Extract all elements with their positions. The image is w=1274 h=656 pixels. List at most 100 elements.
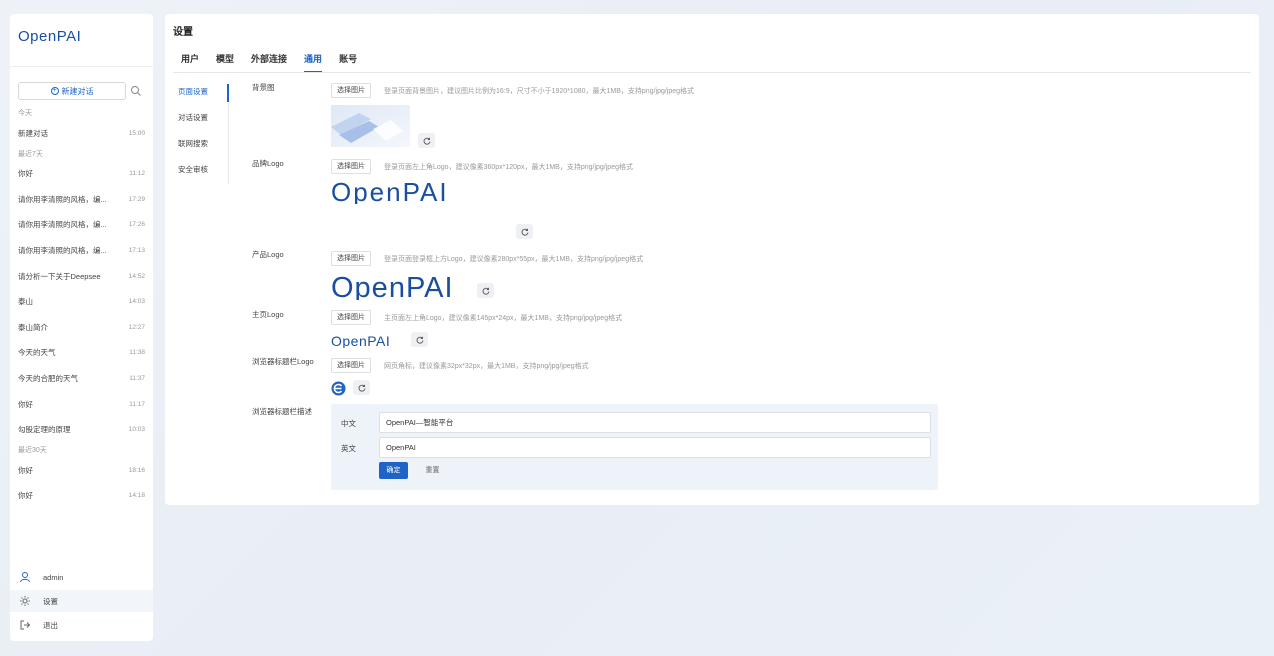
brand-logo-pick-button[interactable]: 选择图片: [331, 159, 371, 174]
conversation-group-label: 最近30天: [18, 447, 47, 455]
tab-users[interactable]: 用户: [181, 52, 199, 73]
background-preview-image: [331, 105, 410, 147]
favicon-pick-button[interactable]: 选择图片: [331, 358, 371, 373]
conversation-item[interactable]: 泰山简介 12:27: [18, 320, 145, 334]
new-chat-label: 新建对话: [61, 86, 94, 96]
zh-label: 中文: [341, 419, 356, 428]
svg-text:OpenPAI: OpenPAI: [331, 334, 390, 348]
conversation-item[interactable]: 你好 11:12: [18, 167, 145, 181]
conversation-item[interactable]: 新建对话 15:00: [18, 126, 145, 140]
conversation-item[interactable]: 你好 14:18: [18, 489, 145, 503]
browser-desc-form: 中文 英文 确定 重置: [331, 404, 938, 490]
product-logo-reset-icon[interactable]: [477, 283, 494, 298]
conversation-time: 17:13: [128, 246, 145, 254]
conversation-item[interactable]: 请分析一下关于Deepsee 14:52: [18, 269, 145, 283]
conversation-item[interactable]: 泰山 14:03: [18, 295, 145, 309]
refresh-icon: [358, 384, 365, 392]
conversation-time: 17:29: [128, 195, 145, 203]
reset-button[interactable]: 重置: [418, 462, 447, 479]
conversation-item[interactable]: 你好 18:16: [18, 463, 145, 477]
subnav-chat-settings[interactable]: 对话设置: [178, 110, 228, 136]
en-description-input[interactable]: [379, 437, 931, 458]
zh-description-input[interactable]: [379, 412, 931, 433]
conversation-time: 11:12: [129, 170, 145, 178]
logout-nav[interactable]: 退出: [10, 614, 153, 636]
background-reset-icon[interactable]: [418, 133, 435, 148]
svg-text:OpenPAI: OpenPAI: [18, 28, 81, 44]
conversation-group-label: 今天: [18, 110, 32, 117]
favicon-label: 浏览器标题栏Logo: [252, 357, 314, 366]
confirm-button[interactable]: 确定: [379, 462, 408, 479]
refresh-icon: [416, 336, 423, 344]
tab-external-connections[interactable]: 外部连接: [251, 52, 287, 73]
general-subnav: 页面设置 对话设置 联网搜索 安全审核: [178, 84, 229, 184]
brand-logo-hint: 登录页面左上角Logo，建议像素360px*120px，最大1MB，支持png/…: [384, 164, 633, 171]
conversation-title: 你好: [18, 491, 33, 501]
product-logo-label: 产品Logo: [252, 250, 284, 259]
sidebar-divider: [10, 66, 153, 67]
tab-account[interactable]: 账号: [339, 52, 357, 73]
conversation-title: 你好: [18, 465, 33, 475]
favicon-hint: 网页角标，建议像素32px*32px，最大1MB，支持png/jpg/jpeg格…: [384, 363, 589, 370]
search-icon[interactable]: [130, 85, 142, 97]
subnav-active-indicator: [227, 84, 229, 102]
settings-panel: 设置 用户 模型 外部连接 通用 账号 页面设置 对话设置 联网搜索 安全审核 …: [165, 14, 1259, 505]
home-logo-pick-button[interactable]: 选择图片: [331, 310, 371, 325]
username: admin: [43, 572, 64, 582]
brand-logo-label: 品牌Logo: [252, 159, 284, 168]
home-logo-reset-icon[interactable]: [411, 332, 428, 347]
home-logo-label: 主页Logo: [252, 310, 284, 319]
conversation-item[interactable]: 今天的合肥的天气 11:37: [18, 371, 145, 385]
new-chat-button[interactable]: + 新建对话: [18, 82, 126, 100]
conversation-title: 请你用李清照的风格，编...: [18, 194, 107, 204]
brand-logo-preview: OpenPAI: [331, 180, 449, 204]
settings-label: 设置: [43, 596, 58, 606]
product-logo-pick-button[interactable]: 选择图片: [331, 251, 371, 266]
conversation-item[interactable]: 你好 11:17: [18, 397, 145, 411]
tab-general[interactable]: 通用: [304, 52, 323, 73]
conversation-group-label: 最近7天: [18, 150, 43, 158]
conversation-item[interactable]: 请你用李清照的风格，编... 17:29: [18, 192, 145, 206]
subnav-page-settings[interactable]: 页面设置: [178, 84, 228, 110]
brand-logo-reset-icon[interactable]: [516, 224, 533, 239]
conversation-time: 17:26: [128, 221, 145, 229]
conversation-time: 14:03: [128, 298, 145, 306]
conversation-title: 今天的合肥的天气: [18, 373, 78, 383]
conversation-title: 泰山简介: [18, 322, 48, 332]
conversation-item[interactable]: 今天的天气 11:38: [18, 346, 145, 360]
conversation-item[interactable]: 勾股定理的原理 10:03: [18, 423, 145, 437]
conversation-time: 10:03: [128, 426, 145, 434]
refresh-icon: [521, 228, 528, 236]
subnav-web-search[interactable]: 联网搜索: [178, 136, 228, 162]
settings-nav[interactable]: 设置: [10, 590, 153, 612]
browser-desc-label: 浏览器标题栏描述: [252, 407, 312, 416]
tabs-divider: [173, 72, 1251, 73]
conversation-time: 14:52: [128, 272, 145, 280]
tab-models[interactable]: 模型: [216, 52, 234, 73]
product-logo-hint: 登录页面登录框上方Logo，建议像素280px*55px，最大1MB，支持png…: [384, 256, 644, 263]
svg-text:OpenPAI: OpenPAI: [331, 180, 449, 204]
conversation-title: 你好: [18, 169, 33, 179]
background-pick-button[interactable]: 选择图片: [331, 83, 371, 98]
logout-icon: [20, 620, 31, 630]
sidebar: OpenPAI + 新建对话 今天新建对话 15:00 最近7天你好 11:12 请你用…: [10, 14, 153, 641]
background-hint: 登录页面背景图片，建议图片比例为16:9，尺寸不小于1920*1080，最大1M…: [384, 88, 695, 95]
refresh-icon: [423, 137, 430, 145]
conversation-item[interactable]: 请你用李清照的风格，编... 17:26: [18, 218, 145, 232]
user-profile[interactable]: admin: [10, 566, 153, 588]
conversation-time: 12:27: [128, 323, 145, 331]
home-logo-hint: 主页面左上角Logo，建议像素145px*24px，最大1MB，支持png/jp…: [384, 315, 623, 322]
conversation-time: 11:37: [129, 374, 145, 382]
en-label: 英文: [341, 444, 356, 453]
favicon-reset-icon[interactable]: [353, 380, 370, 395]
favicon-preview: [331, 381, 346, 396]
refresh-icon: [482, 287, 489, 295]
conversation-title: 勾股定理的原理: [18, 425, 71, 435]
conversation-title: 请你用李清照的风格，编...: [18, 220, 107, 230]
settings-tabs: 用户 模型 外部连接 通用 账号: [181, 52, 374, 73]
conversation-time: 18:16: [128, 466, 145, 474]
conversation-title: 新建对话: [18, 128, 48, 138]
conversation-item[interactable]: 请你用李清照的风格，编... 17:13: [18, 243, 145, 257]
subnav-security-review[interactable]: 安全审核: [178, 162, 228, 188]
brand-logo[interactable]: OpenPAI: [18, 28, 98, 44]
